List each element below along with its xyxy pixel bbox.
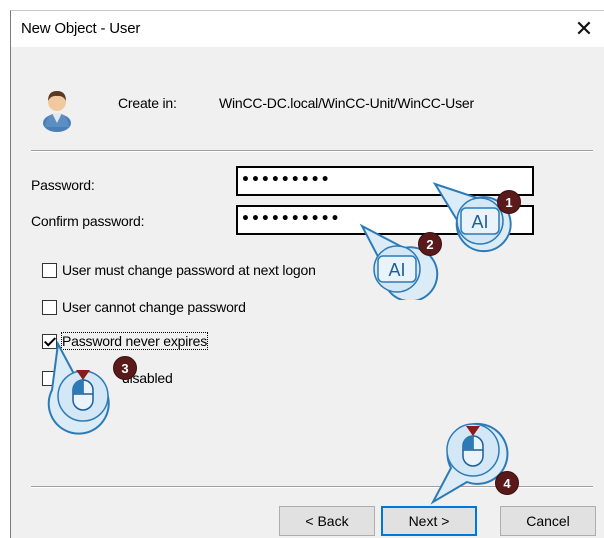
- user-icon: [43, 91, 71, 132]
- close-button[interactable]: ✕: [564, 11, 604, 47]
- mouse-click-callout-4: [430, 422, 509, 505]
- text-cursor-icon: AI: [471, 212, 488, 232]
- step-badge: 3: [113, 356, 137, 380]
- password-label: Password:: [31, 177, 95, 193]
- create-in-path: WinCC-DC.local/WinCC-Unit/WinCC-User: [219, 95, 474, 111]
- option-must-change-password[interactable]: User must change password at next logon: [42, 262, 316, 278]
- title-bar: New Object - User ✕: [11, 11, 604, 47]
- window-title: New Object - User: [21, 20, 141, 37]
- step-badge: 1: [497, 190, 521, 214]
- checkbox[interactable]: [42, 299, 57, 315]
- divider: [31, 150, 593, 152]
- close-icon: ✕: [574, 16, 594, 41]
- option-label: User cannot change password: [62, 299, 246, 315]
- mouse-click-callout-3: [47, 340, 110, 435]
- checkbox[interactable]: [42, 262, 57, 278]
- cancel-button[interactable]: Cancel: [500, 506, 596, 536]
- confirm-password-label: Confirm password:: [31, 213, 145, 229]
- step-badge: 2: [418, 232, 442, 256]
- option-label: User must change password at next logon: [62, 262, 316, 278]
- back-button[interactable]: < Back: [279, 506, 375, 536]
- option-cannot-change-password[interactable]: User cannot change password: [42, 299, 246, 315]
- create-in-label: Create in:: [118, 95, 177, 111]
- svg-text:AI: AI: [388, 260, 405, 280]
- next-button[interactable]: Next >: [381, 506, 477, 536]
- text-input-callout-2: AI: [359, 223, 439, 300]
- step-badge: 4: [495, 471, 519, 495]
